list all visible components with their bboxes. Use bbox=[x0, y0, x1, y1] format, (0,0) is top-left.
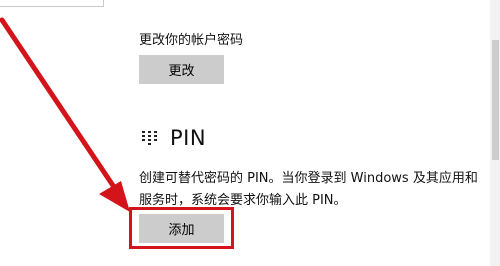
scrollbar-thumb[interactable] bbox=[492, 40, 499, 160]
keypad-icon bbox=[142, 131, 158, 147]
settings-sign-in-options: 更改你的帐户密码 更改 PIN 创建可替代密码的 PIN。当你登录到 Windo… bbox=[0, 0, 500, 266]
cropped-panel-edge bbox=[0, 0, 104, 7]
annotation-arrow-icon bbox=[0, 17, 130, 212]
scrollbar[interactable] bbox=[490, 0, 500, 266]
pin-description: 创建可替代密码的 PIN。当你登录到 Windows 及其应用和服务时，系统会要… bbox=[139, 171, 478, 208]
pin-title: PIN bbox=[170, 126, 207, 150]
add-pin-button[interactable]: 添加 bbox=[139, 214, 224, 243]
change-password-button[interactable]: 更改 bbox=[139, 55, 224, 84]
pin-header: PIN bbox=[142, 124, 206, 152]
change-password-label: 更改你的帐户密码 bbox=[139, 33, 244, 48]
